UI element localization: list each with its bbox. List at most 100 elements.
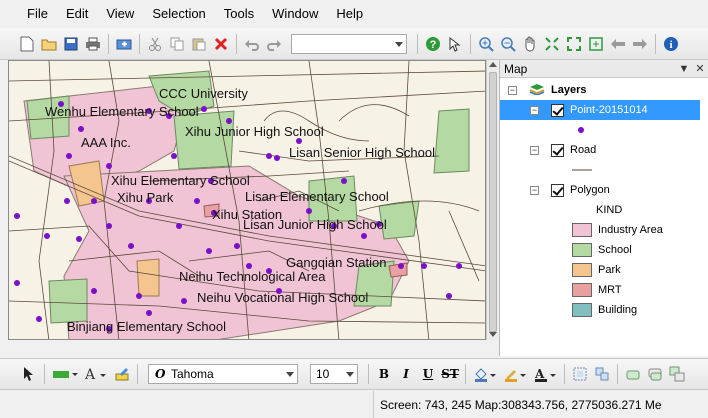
point-marker[interactable] [44,233,50,239]
point-marker[interactable] [91,198,97,204]
layer-item-polygon[interactable]: − Polygon [530,180,610,200]
redo-icon[interactable] [265,35,283,53]
back-arrow-icon[interactable] [609,35,627,53]
map-canvas[interactable]: CCC University Wenhu Elementary School X… [8,60,486,340]
scale-combo[interactable] [291,33,407,54]
point-marker[interactable] [306,208,312,214]
legend-item: Park [572,260,621,280]
point-marker[interactable] [194,198,200,204]
rectangle-draw-icon[interactable] [51,365,79,383]
point-marker[interactable] [201,106,207,112]
point-marker[interactable] [266,153,272,159]
scroll-thumb[interactable] [489,72,497,332]
point-marker[interactable] [136,293,142,299]
map-vertical-scrollbar[interactable] [486,60,498,340]
point-marker[interactable] [91,288,97,294]
point-marker[interactable] [78,126,84,132]
point-marker[interactable] [421,263,427,269]
forward-arrow-icon[interactable] [631,35,649,53]
menu-view[interactable]: View [97,0,143,28]
layer-item-point[interactable]: − Point-20151014 [500,100,700,120]
svg-text:i: i [669,39,672,51]
point-marker[interactable] [66,153,72,159]
full-extent-icon[interactable] [543,35,561,53]
font-color-icon[interactable]: A [532,365,558,383]
point-marker[interactable] [106,163,112,169]
collapse-icon[interactable]: − [530,185,539,195]
collapse-icon[interactable]: − [508,85,517,95]
paste-icon[interactable] [190,35,208,53]
layer-visibility-checkbox[interactable] [551,143,564,157]
zoom-to-selection-icon[interactable] [565,35,583,53]
layer-visibility-checkbox[interactable] [551,103,564,117]
point-marker[interactable] [64,198,70,204]
zoom-in-icon[interactable] [477,35,495,53]
underline-button[interactable]: U [419,365,437,383]
scroll-up-icon[interactable] [489,62,497,67]
fixed-zoom-icon[interactable] [587,35,605,53]
strikethrough-button[interactable]: ST [441,365,459,383]
menu-selection[interactable]: Selection [143,0,214,28]
point-marker[interactable] [341,178,347,184]
point-marker[interactable] [146,310,152,316]
bring-forward-icon[interactable] [668,365,686,383]
point-marker[interactable] [274,155,280,161]
highlight-tool-icon[interactable] [113,365,131,383]
point-marker[interactable] [14,280,20,286]
ungroup-icon[interactable] [593,365,611,383]
point-marker[interactable] [456,263,462,269]
scroll-down-icon[interactable] [489,332,497,337]
text-tool-icon[interactable]: A [83,365,109,383]
italic-button[interactable]: I [397,365,415,383]
menu-file[interactable]: File [18,0,57,28]
layer-visibility-checkbox[interactable] [551,183,564,197]
point-marker[interactable] [14,213,20,219]
menu-window[interactable]: Window [263,0,327,28]
point-marker[interactable] [446,293,452,299]
point-marker[interactable] [234,243,240,249]
point-marker[interactable] [76,236,82,242]
menu-tools[interactable]: Tools [215,0,263,28]
point-marker[interactable] [361,233,367,239]
open-folder-icon[interactable] [40,35,58,53]
line-color-icon[interactable] [502,365,528,383]
point-marker[interactable] [128,243,134,249]
save-icon[interactable] [62,35,80,53]
layers-root-row[interactable]: − Layers [508,80,703,100]
new-file-icon[interactable] [18,35,36,53]
point-marker[interactable] [171,153,177,159]
delete-icon[interactable] [212,35,230,53]
bold-button[interactable]: B [375,365,393,383]
menu-help[interactable]: Help [327,0,372,28]
group-icon[interactable] [571,365,589,383]
coordinate-readout: Screen: 743, 245 Map:308343.756, 2775036… [380,397,662,412]
point-marker[interactable] [206,248,212,254]
pan-hand-icon[interactable] [521,35,539,53]
point-marker[interactable] [181,298,187,304]
layer-item-road[interactable]: − Road [530,140,596,160]
fill-color-icon[interactable] [472,365,498,383]
copy-icon[interactable] [168,35,186,53]
close-icon[interactable]: ✕ [692,62,708,75]
pin-icon[interactable]: ▼ [676,63,692,75]
undo-icon[interactable] [243,35,261,53]
collapse-icon[interactable]: − [530,105,539,115]
point-marker[interactable] [106,223,112,229]
menu-edit[interactable]: Edit [57,0,97,28]
help-icon[interactable]: ? [424,35,442,53]
info-icon[interactable]: i [662,35,680,53]
zoom-out-icon[interactable] [499,35,517,53]
add-data-icon[interactable] [115,35,133,53]
font-family-select[interactable]: O Tahoma [148,364,298,384]
context-help-icon[interactable] [446,35,464,53]
send-to-back-icon[interactable] [646,365,664,383]
collapse-icon[interactable]: − [530,145,539,155]
select-arrow-icon[interactable] [20,365,38,383]
bring-to-front-icon[interactable] [624,365,642,383]
cut-icon[interactable] [146,35,164,53]
point-marker[interactable] [398,263,404,269]
point-marker[interactable] [176,223,182,229]
font-size-select[interactable]: 10 [310,364,358,384]
point-marker[interactable] [36,316,42,322]
print-icon[interactable] [84,35,102,53]
